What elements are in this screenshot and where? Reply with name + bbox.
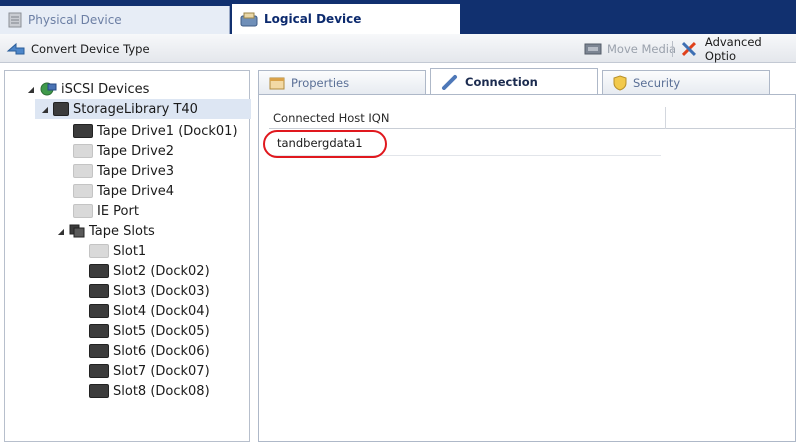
network-globe-icon <box>40 82 57 96</box>
tree-node-slot[interactable]: Slot5 (Dock05) <box>89 321 210 341</box>
tree-node-tape-drive[interactable]: Tape Drive4 <box>73 181 174 201</box>
tree-node-slot[interactable]: Slot7 (Dock07) <box>89 361 210 381</box>
server-icon <box>8 12 22 28</box>
advanced-label: Advanced Optio <box>704 34 762 63</box>
tree-label: Tape Drive1 (Dock01) <box>97 123 238 139</box>
tab-properties[interactable]: Properties <box>258 70 426 94</box>
tree-node-tape-slots[interactable]: ◢ Tape Slots <box>57 221 155 241</box>
tree-label: Tape Drive2 <box>97 143 175 159</box>
column-header-connected-host-iqn[interactable]: Connected Host IQN <box>269 106 666 129</box>
tree-node-iscsi-devices[interactable]: ◢ iSCSI Devices <box>27 79 149 99</box>
highlight-annotation <box>263 130 387 158</box>
advanced-options-button[interactable]: Advanced Optio <box>680 34 796 63</box>
logical-device-icon <box>240 12 258 27</box>
tree-label: Tape Slots <box>89 223 155 239</box>
tree-node-ie-port[interactable]: IE Port <box>73 201 139 221</box>
ie-port-icon <box>73 204 93 218</box>
toolbar: Convert Device Type Move Media Advanced … <box>0 34 796 63</box>
tape-drive-icon <box>73 184 93 198</box>
tree-label: Slot7 (Dock07) <box>113 363 210 379</box>
tree-label: IE Port <box>97 203 139 219</box>
tab-security-label: Security <box>633 75 681 90</box>
tape-slots-icon <box>69 224 85 238</box>
tree-label: Slot2 (Dock02) <box>113 263 210 279</box>
tree-node-slot[interactable]: Slot4 (Dock04) <box>89 301 210 321</box>
expand-arrow-icon[interactable]: ◢ <box>41 105 49 114</box>
tools-icon <box>681 41 696 56</box>
slot-icon <box>89 304 109 318</box>
tree-label: iSCSI Devices <box>61 81 150 97</box>
tree-node-slot[interactable]: Slot8 (Dock08) <box>89 381 210 401</box>
tab-logical-device[interactable]: Logical Device <box>232 4 460 34</box>
connection-content: Connected Host IQN tandbergdata1 <box>258 94 796 442</box>
convert-label: Convert Device Type <box>31 41 150 56</box>
tree-node-storage-library[interactable]: ◢ StorageLibrary T40 <box>41 99 198 119</box>
connection-cable-icon <box>442 75 457 90</box>
expand-arrow-icon[interactable]: ◢ <box>57 227 65 236</box>
tape-drive-icon <box>73 124 93 138</box>
slot-icon <box>89 324 109 338</box>
table-header: Connected Host IQN <box>269 106 796 129</box>
tree-label: Slot6 (Dock06) <box>113 343 210 359</box>
convert-icon <box>6 42 25 54</box>
tab-physical-device[interactable]: Physical Device <box>0 6 230 34</box>
top-tab-bar: Physical Device Logical Device <box>0 0 796 34</box>
expand-arrow-icon[interactable]: ◢ <box>27 85 35 94</box>
slot-icon <box>89 344 109 358</box>
move-media-label: Move Media <box>607 41 677 56</box>
tree-node-tape-drive[interactable]: Tape Drive2 <box>73 141 174 161</box>
details-panel: Properties Connection Security Connected… <box>258 68 796 442</box>
slot-icon <box>89 384 109 398</box>
tab-physical-label: Physical Device <box>28 13 122 27</box>
tab-security[interactable]: Security <box>602 70 770 94</box>
slot-icon <box>89 284 109 298</box>
slot-icon <box>89 244 109 258</box>
tree-node-slot[interactable]: Slot6 (Dock06) <box>89 341 210 361</box>
shield-icon <box>613 74 627 91</box>
tree-node-slot[interactable]: Slot1 <box>89 241 146 261</box>
tape-drive-icon <box>73 164 93 178</box>
tree-label: StorageLibrary T40 <box>73 101 198 117</box>
properties-icon <box>269 77 285 89</box>
move-media-icon <box>584 43 602 54</box>
tree-label: Slot3 (Dock03) <box>113 283 210 299</box>
tree-node-tape-drive[interactable]: Tape Drive3 <box>73 161 174 181</box>
tree-label: Tape Drive4 <box>97 183 175 199</box>
tree-node-slot[interactable]: Slot2 (Dock02) <box>89 261 210 281</box>
convert-device-type-button[interactable]: Convert Device Type <box>6 34 150 63</box>
device-tree: ◢ iSCSI Devices ◢ StorageLibrary T40 Tap… <box>4 70 251 442</box>
tree-label: Slot1 <box>113 243 147 259</box>
slot-icon <box>89 364 109 378</box>
tree-node-tape-drive[interactable]: Tape Drive1 (Dock01) <box>73 121 238 141</box>
slot-icon <box>89 264 109 278</box>
tree-label: Slot5 (Dock05) <box>113 323 210 339</box>
tape-drive-icon <box>73 144 93 158</box>
tab-connection[interactable]: Connection <box>430 68 598 95</box>
move-media-button[interactable]: Move Media <box>584 34 676 63</box>
tree-label: Slot4 (Dock04) <box>113 303 210 319</box>
tab-properties-label: Properties <box>291 75 350 90</box>
tree-label: Slot8 (Dock08) <box>113 383 210 399</box>
library-icon <box>53 102 69 116</box>
tab-connection-label: Connection <box>465 75 538 89</box>
tab-logical-label: Logical Device <box>264 12 362 26</box>
toolbar-separator <box>672 41 673 57</box>
tree-label: Tape Drive3 <box>97 163 175 179</box>
tree-node-slot[interactable]: Slot3 (Dock03) <box>89 281 210 301</box>
